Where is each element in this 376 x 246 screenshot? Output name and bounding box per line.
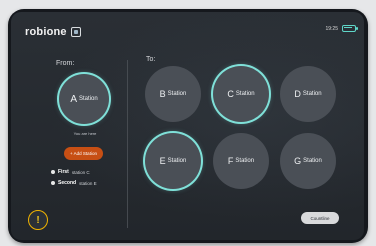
station-word: Station (303, 158, 322, 164)
legend-target: station E (79, 180, 97, 186)
station-letter: E (159, 156, 166, 166)
logo-text: robione (25, 26, 67, 38)
station-word: Station (235, 158, 255, 164)
info-button[interactable]: ! (28, 210, 48, 230)
to-station-g[interactable]: G Station (280, 133, 336, 189)
station-letter: B (159, 89, 166, 99)
from-station-a[interactable]: A Station (59, 74, 109, 124)
to-station-d[interactable]: D Station (280, 66, 336, 122)
station-letter: F (227, 156, 234, 166)
clock: 19:25 (325, 25, 338, 32)
logo: robione (25, 26, 81, 38)
countline-button[interactable]: Countline (301, 212, 339, 224)
logo-badge-icon (70, 27, 81, 37)
legend-item-second: Second station E (51, 180, 97, 186)
station-letter: G (294, 156, 302, 166)
station-letter: D (294, 89, 301, 99)
legend-order: First (58, 169, 69, 175)
station-letter: C (227, 89, 234, 99)
to-station-e[interactable]: E Station (145, 133, 201, 189)
station-word: Station (78, 96, 98, 102)
station-word: Station (167, 91, 187, 97)
bullet-icon (51, 170, 55, 174)
legend-order: Second (58, 180, 77, 186)
column-divider (127, 60, 128, 228)
bullet-icon (51, 181, 55, 185)
status-bar: 19:25 (325, 25, 358, 32)
to-station-c[interactable]: C Station (213, 66, 269, 122)
battery-icon (342, 25, 358, 32)
legend-target: station C (71, 169, 90, 175)
exclamation-icon: ! (36, 214, 40, 226)
station-word: Station (235, 91, 255, 97)
station-word: Station (167, 158, 187, 164)
station-word: Station (302, 91, 322, 97)
you-are-here-text: You are here (73, 131, 97, 136)
add-station-button[interactable]: + Add Station (64, 147, 103, 160)
to-station-f[interactable]: F Station (213, 133, 269, 189)
screen: robione 19:25 From: A Station You are he… (11, 12, 364, 240)
to-label: To: (146, 56, 156, 63)
legend-item-first: First station C (51, 169, 90, 175)
station-letter: A (70, 93, 77, 105)
from-label: From: (56, 60, 75, 67)
to-station-b[interactable]: B Station (145, 66, 201, 122)
